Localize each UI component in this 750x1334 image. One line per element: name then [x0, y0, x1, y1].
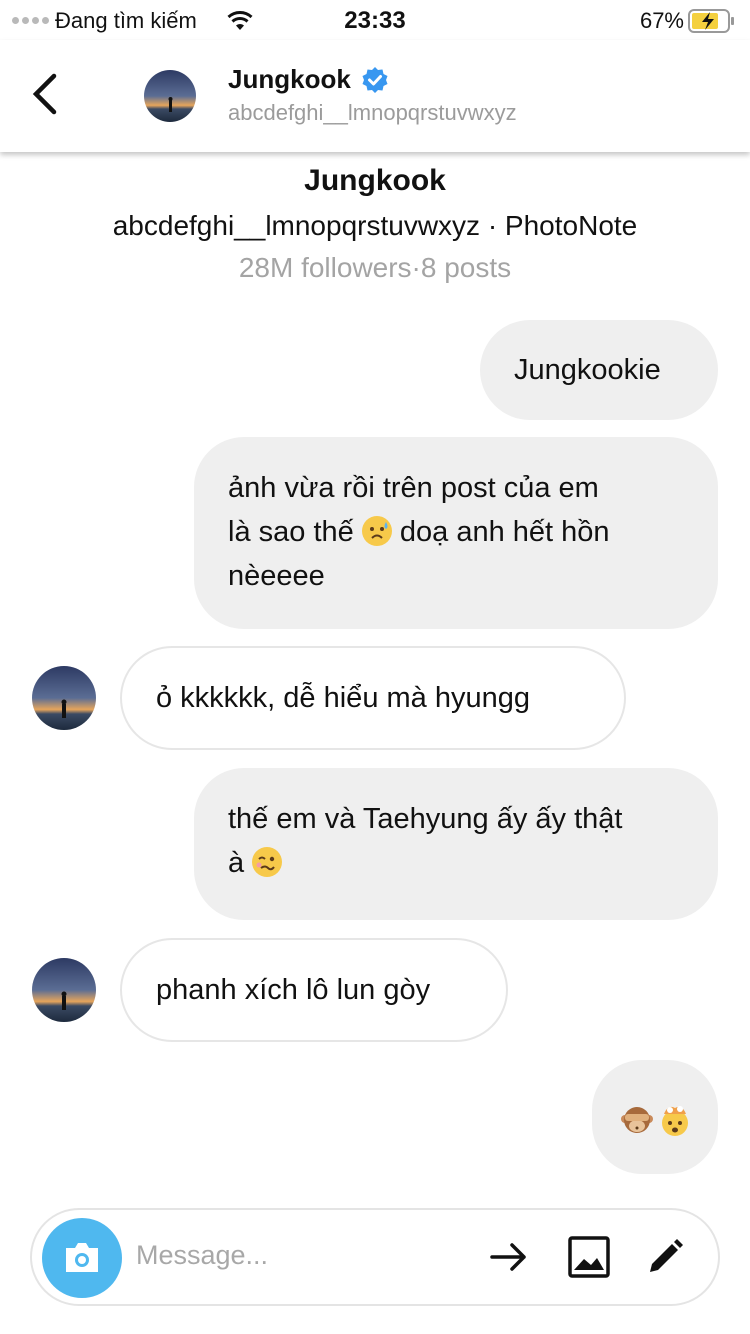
header-username: abcdefghi__lmnopqrstuvwxyz — [228, 100, 517, 125]
avatar[interactable] — [32, 666, 96, 730]
message-bubble-incoming[interactable]: ỏ kkkkkk, dễ hiểu mà hyungg — [120, 646, 626, 750]
gallery-icon[interactable] — [566, 1234, 612, 1280]
message-text: doạ anh hết hồn — [399, 516, 610, 548]
message-text: thế em và Taehyung ấy ấy thật — [228, 803, 623, 835]
profile-stats: 28M followers·8 posts — [238, 252, 512, 283]
battery-charging-icon — [688, 9, 734, 33]
avatar[interactable] — [144, 70, 196, 122]
send-arrow-icon[interactable] — [486, 1234, 532, 1280]
message-bubble-incoming[interactable]: phanh xích lô lun gòy — [120, 938, 508, 1042]
message-input[interactable]: Message... — [136, 1240, 268, 1271]
profile-subtitle: abcdefghi__lmnopqrstuvwxyz · PhotoNote — [112, 210, 638, 241]
message-text: Jungkookie — [514, 354, 661, 386]
exploding-head-emoji-icon — [662, 1106, 689, 1137]
woozy-face-emoji-icon — [252, 847, 283, 877]
header-name[interactable]: Jungkook — [228, 64, 351, 95]
camera-icon — [66, 1243, 98, 1272]
message-text: phanh xích lô lun gòy — [156, 974, 431, 1006]
message-bubble-outgoing[interactable]: ảnh vừa rồi trên post của em là sao thế … — [194, 437, 718, 629]
pencil-icon[interactable] — [642, 1234, 688, 1280]
message-text: nèeeee — [228, 560, 325, 592]
message-composer: Message... — [30, 1208, 720, 1306]
message-text: ỏ kkkkkk, dễ hiểu mà hyungg — [156, 682, 530, 714]
message-text: à — [228, 847, 245, 879]
message-bubble-outgoing[interactable]: thế em và Taehyung ấy ấy thật à — [194, 768, 718, 920]
avatar[interactable] — [32, 958, 96, 1022]
message-bubble-outgoing[interactable]: Jungkookie — [480, 320, 718, 420]
back-chevron-icon[interactable] — [28, 72, 64, 116]
profile-name: Jungkook — [304, 164, 446, 197]
camera-button[interactable] — [42, 1218, 122, 1298]
clock: 23:33 — [344, 7, 406, 34]
verified-badge-icon — [362, 66, 388, 93]
see-no-evil-monkey-emoji-icon — [621, 1107, 653, 1134]
chat-header: Jungkook abcdefghi__lmnopqrstuvwxyz — [0, 40, 750, 152]
message-text: là sao thế — [228, 516, 354, 548]
message-bubble-outgoing[interactable] — [592, 1060, 718, 1174]
message-text: ảnh vừa rồi trên post của em — [228, 472, 599, 504]
profile-info: Jungkook abcdefghi__lmnopqrstuvwxyz · Ph… — [0, 162, 750, 284]
status-bar: Đang tìm kiếm 23:33 67% — [0, 0, 750, 40]
battery-percent: 67% — [639, 8, 684, 33]
sad-sweat-emoji-icon — [361, 516, 392, 546]
